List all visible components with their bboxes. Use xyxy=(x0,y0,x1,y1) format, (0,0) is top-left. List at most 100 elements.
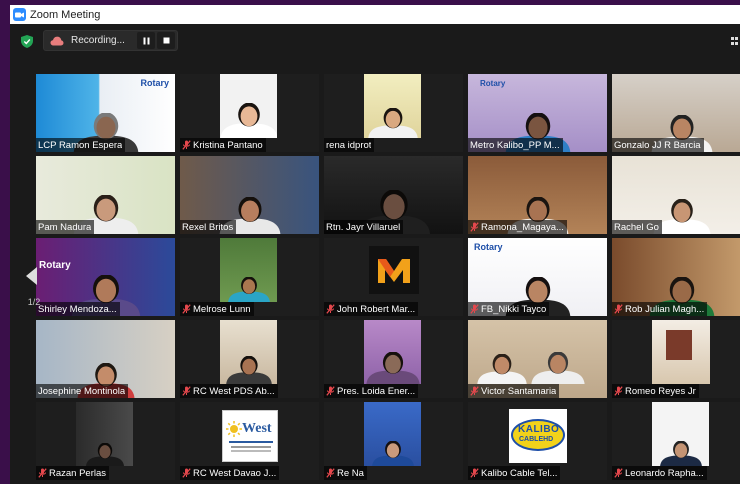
participant-tile[interactable]: Rotary Shirley Mendoza... xyxy=(36,238,175,316)
participant-tile[interactable]: Rotary LCP Ramon Espera xyxy=(36,74,175,152)
muted-microphone-icon xyxy=(326,386,335,396)
window-frame xyxy=(666,330,692,360)
video-feed xyxy=(76,402,133,466)
participant-tile[interactable]: Re Na xyxy=(324,402,463,480)
m-logo-icon xyxy=(378,259,410,283)
participant-name-bar: Gonzalo JJ R Barcia xyxy=(612,138,704,152)
participant-name: Pres. Loida Ener... xyxy=(337,385,416,397)
stop-recording-button[interactable] xyxy=(157,32,175,49)
participant-figure xyxy=(367,108,418,138)
participant-name: Pam Nadura xyxy=(38,221,92,233)
security-shield-icon[interactable] xyxy=(21,35,33,48)
logo-fineprint xyxy=(231,446,271,448)
participant-name-bar: Shirley Mendoza... xyxy=(36,302,120,316)
muted-microphone-icon xyxy=(614,304,623,314)
west-logo-text: West xyxy=(242,421,272,436)
muted-microphone-icon xyxy=(470,386,479,396)
muted-microphone-icon xyxy=(38,468,47,478)
pause-recording-button[interactable] xyxy=(137,32,155,49)
participant-name-bar: Kristina Pantano xyxy=(180,138,266,152)
participant-tile[interactable]: Leonardo Rapha... xyxy=(612,402,740,480)
participant-figure xyxy=(220,103,277,138)
participant-tile[interactable]: Razan Perlas xyxy=(36,402,175,480)
participant-name-bar: Pres. Loida Ener... xyxy=(324,384,419,398)
participant-tile[interactable]: Victor Santamaria xyxy=(468,320,607,398)
participant-name-bar: Victor Santamaria xyxy=(468,384,560,398)
participant-tile[interactable]: Pres. Loida Ener... xyxy=(324,320,463,398)
participant-tile[interactable]: Rotary FB_Nikki Tayco xyxy=(468,238,607,316)
previous-page-arrow-icon[interactable] xyxy=(26,267,37,285)
zoom-window: Zoom Meeting Recording... Rotary LCP Ram… xyxy=(10,5,740,484)
participant-name: Rob Julian Magh... xyxy=(625,303,705,315)
meeting-top-bar: Recording... xyxy=(10,24,740,56)
participant-tile[interactable]: rena idprot xyxy=(324,74,463,152)
video-feed xyxy=(364,74,421,138)
participant-tile[interactable]: Rtn. Jayr Villaruel xyxy=(324,156,463,234)
participant-name-bar: Rexel Britos xyxy=(180,220,237,234)
participant-tile[interactable]: KALIBO CABLEHD Kalibo Cable Tel... xyxy=(468,402,607,480)
participant-name-bar: LCP Ramon Espera xyxy=(36,138,126,152)
participant-name-bar: Kalibo Cable Tel... xyxy=(468,466,561,480)
muted-microphone-icon xyxy=(326,304,335,314)
profile-logo: KALIBO CABLEHD xyxy=(509,409,567,463)
participant-tile[interactable]: Kristina Pantano xyxy=(180,74,319,152)
participant-name-bar: Rachel Go xyxy=(612,220,662,234)
profile-logo: West xyxy=(222,410,278,462)
muted-microphone-icon xyxy=(182,304,191,314)
participant-tile[interactable]: Rachel Go xyxy=(612,156,740,234)
desktop-frame: Zoom Meeting Recording... Rotary LCP Ram… xyxy=(0,0,740,484)
participant-name: Victor Santamaria xyxy=(481,385,557,397)
participant-tile[interactable]: John Robert Mar... xyxy=(324,238,463,316)
participant-name: Melrose Lunn xyxy=(193,303,251,315)
participant-tile[interactable]: Romeo Reyes Jr xyxy=(612,320,740,398)
participant-tile[interactable]: Josephine Montinola xyxy=(36,320,175,398)
participant-figure xyxy=(227,277,270,302)
muted-microphone-icon xyxy=(470,304,479,314)
video-feed xyxy=(364,320,421,384)
participant-tile[interactable]: RC West PDS Ab... xyxy=(180,320,319,398)
participant-name-bar: RC West PDS Ab... xyxy=(180,384,278,398)
muted-microphone-icon xyxy=(614,468,623,478)
participant-name: Ramona_Magaya... xyxy=(481,221,564,233)
participant-figure xyxy=(477,354,527,384)
rotary-logo-text: Rotary xyxy=(140,78,169,88)
participant-tile[interactable]: Rotary Metro Kalibo_PP M... xyxy=(468,74,607,152)
participant-name: Razan Perlas xyxy=(49,467,107,479)
muted-microphone-icon xyxy=(470,222,479,232)
participant-name-bar: Rob Julian Magh... xyxy=(612,302,708,316)
gallery-view-grid-icon[interactable] xyxy=(731,37,738,45)
stop-icon xyxy=(163,37,169,44)
participant-tile[interactable]: West RC West Davao J... xyxy=(180,402,319,480)
participant-tile[interactable]: Melrose Lunn xyxy=(180,238,319,316)
participant-name-bar: Romeo Reyes Jr xyxy=(612,384,699,398)
logo-underline xyxy=(229,441,273,443)
window-title: Zoom Meeting xyxy=(30,8,101,21)
participant-tile[interactable]: Rexel Britos xyxy=(180,156,319,234)
participant-tile[interactable]: Ramona_Magaya... xyxy=(468,156,607,234)
participant-name-bar: Melrose Lunn xyxy=(180,302,254,316)
muted-microphone-icon xyxy=(182,140,191,150)
participant-name-bar: John Robert Mar... xyxy=(324,302,419,316)
muted-microphone-icon xyxy=(326,468,335,478)
page-navigation[interactable]: 1/2 xyxy=(23,267,45,313)
participant-name-bar: Pam Nadura xyxy=(36,220,95,234)
participant-figure xyxy=(371,441,414,466)
participant-name: Rexel Britos xyxy=(182,221,234,233)
cloud-recording-icon xyxy=(50,36,64,45)
participant-name-bar: Leonardo Rapha... xyxy=(612,466,707,480)
muted-microphone-icon xyxy=(182,468,191,478)
participant-name: Kristina Pantano xyxy=(193,139,263,151)
participant-figure xyxy=(531,352,585,384)
video-feed xyxy=(652,402,709,466)
participant-tile[interactable]: Rob Julian Magh... xyxy=(612,238,740,316)
participant-tile[interactable]: Gonzalo JJ R Barcia xyxy=(612,74,740,152)
participant-tile[interactable]: Pam Nadura xyxy=(36,156,175,234)
participant-name-bar: FB_Nikki Tayco xyxy=(468,302,550,316)
sun-logo-icon xyxy=(226,421,242,437)
participant-name-bar: RC West Davao J... xyxy=(180,466,280,480)
title-bar[interactable]: Zoom Meeting xyxy=(10,5,740,24)
participant-name: Kalibo Cable Tel... xyxy=(481,467,558,479)
participant-name: John Robert Mar... xyxy=(337,303,416,315)
participant-figure xyxy=(225,356,272,384)
rotary-logo-text: Rotary xyxy=(480,79,506,88)
